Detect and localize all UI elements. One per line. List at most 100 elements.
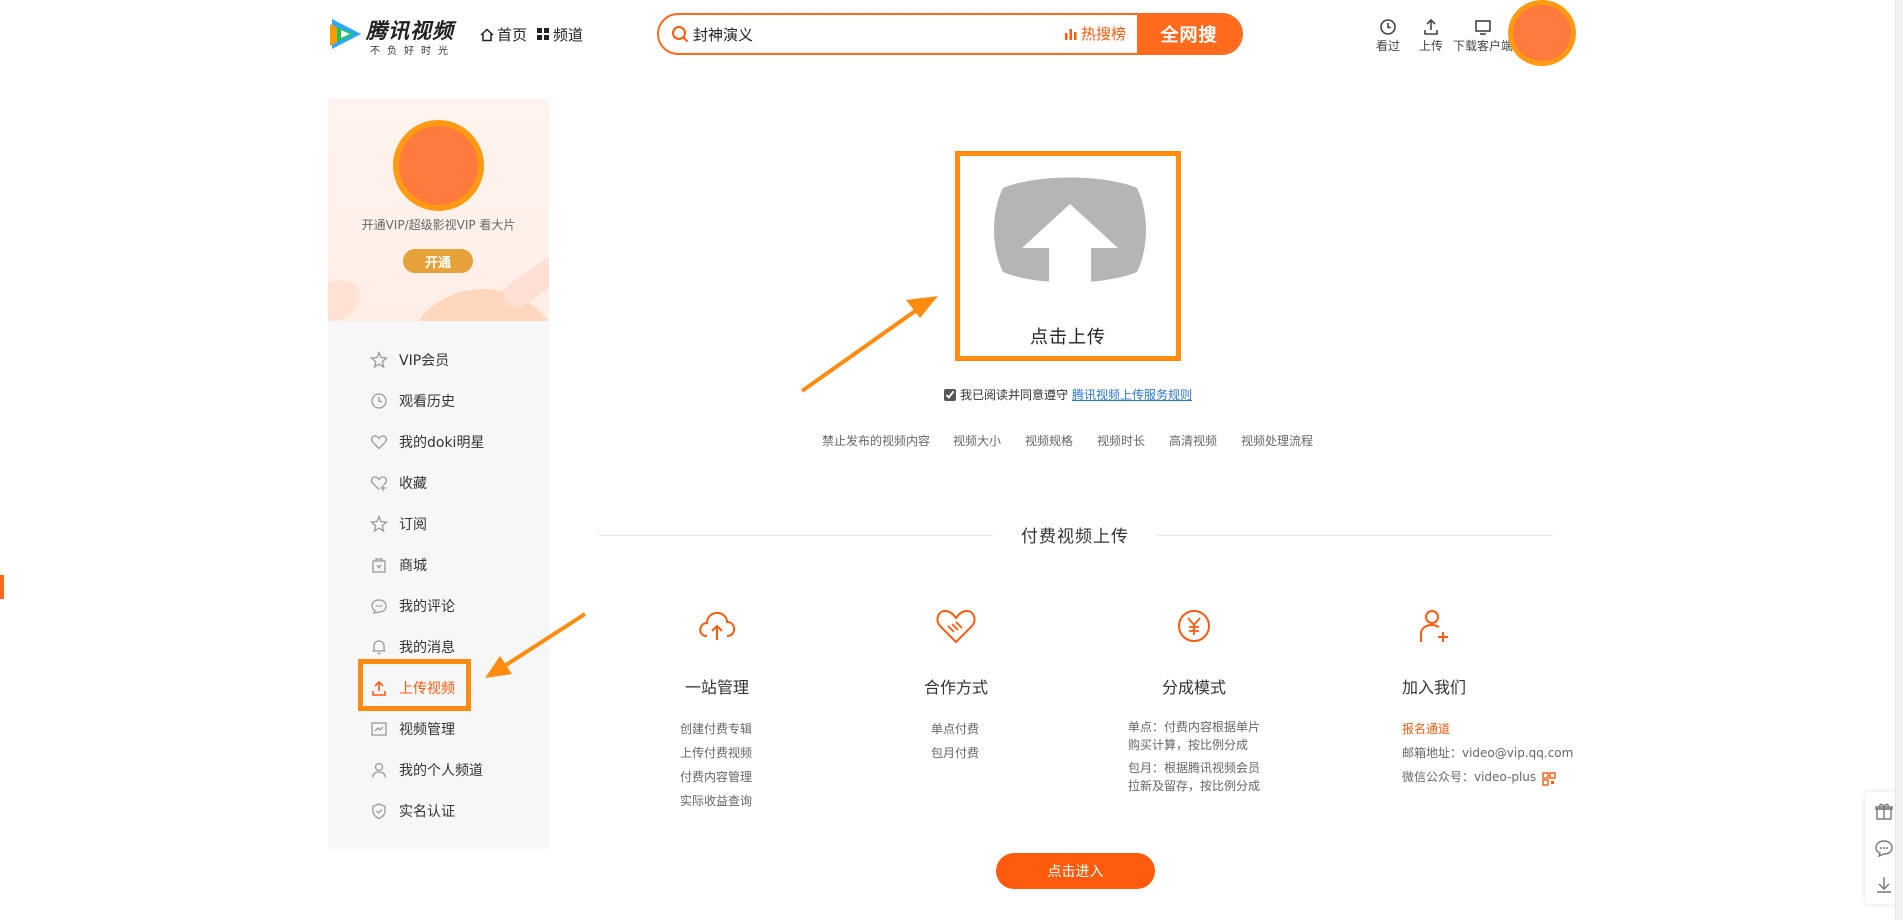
feature-line: 包月：根据腾讯视频会员 xyxy=(1128,761,1261,775)
sidebar-item-verification[interactable]: 实名认证 xyxy=(369,791,455,831)
user-icon xyxy=(369,760,389,780)
clock-icon xyxy=(1380,19,1396,35)
user-add-icon xyxy=(1420,610,1448,642)
contact-email: 邮箱地址：video@vip.qq.com xyxy=(1402,746,1574,760)
sidebar-item-label: VIP会员 xyxy=(399,353,450,369)
hot-search-button[interactable]: 热搜榜 xyxy=(1064,23,1126,44)
search-all-button[interactable]: 全网搜 xyxy=(1137,15,1241,53)
download-icon[interactable] xyxy=(1874,875,1894,895)
tencent-video-logo[interactable]: 腾讯视频 不负好时光 xyxy=(328,14,468,58)
download-client-label: 下载客户端 xyxy=(1453,39,1514,53)
nav-channel-label: 频道 xyxy=(553,26,584,44)
gift-icon[interactable] xyxy=(1874,801,1894,821)
sidebar-item-label: 订阅 xyxy=(399,517,427,533)
link-video-spec[interactable]: 视频规格 xyxy=(1025,432,1073,449)
feature-line[interactable]: 付费内容管理 xyxy=(680,768,752,785)
sidebar-item-subscribe[interactable]: 订阅 xyxy=(369,504,427,544)
nav-home-label: 首页 xyxy=(497,26,528,44)
search-input[interactable] xyxy=(693,15,1073,53)
active-indicator xyxy=(0,575,4,599)
enter-button[interactable]: 点击进入 xyxy=(996,853,1155,889)
nav-home[interactable]: 首页 xyxy=(480,24,527,45)
monitor-icon xyxy=(1475,20,1491,35)
divider-left xyxy=(598,535,993,536)
upload-dropzone[interactable]: 点击上传 xyxy=(955,151,1181,361)
feature-line[interactable]: 创建付费专辑 xyxy=(680,720,752,737)
feature-revenue-share: 分成模式 单点：付费内容根据单片 购买计算，按比例分成 包月：根据腾讯视频会员 … xyxy=(1094,604,1294,793)
feedback-icon[interactable] xyxy=(1874,838,1894,858)
qrcode-icon[interactable] xyxy=(1542,772,1556,786)
sidebar: 开通VIP/超级影视VIP 看大片 开通 VIP会员 观看历史 我的doki明星… xyxy=(328,99,549,849)
header-avatar[interactable] xyxy=(1508,0,1576,66)
open-vip-button[interactable]: 开通 xyxy=(403,249,473,273)
history-label: 看过 xyxy=(1376,39,1401,53)
annotation-arrow-upload xyxy=(800,307,920,393)
vip-card: 开通VIP/超级影视VIP 看大片 开通 xyxy=(328,99,549,321)
cloud-upload-icon xyxy=(699,611,736,640)
upload-header-button[interactable]: 上传 xyxy=(1419,18,1443,54)
sidebar-item-label: 实名认证 xyxy=(399,804,455,820)
bar-chart-icon xyxy=(1065,28,1077,40)
feature-title: 一站管理 xyxy=(684,678,749,697)
upload-header-label: 上传 xyxy=(1419,39,1444,53)
shield-icon xyxy=(369,801,389,821)
feature-title: 分成模式 xyxy=(1161,678,1226,697)
history-button[interactable]: 看过 xyxy=(1376,18,1400,54)
agreement-text: 我已阅读并同意遵守 xyxy=(960,388,1069,402)
search-icon[interactable] xyxy=(671,25,689,43)
feature-line: 单点付费 xyxy=(931,722,980,736)
link-hd-video[interactable]: 高清视频 xyxy=(1169,432,1217,449)
arrowhead-icon xyxy=(906,296,938,318)
sidebar-item-favorites[interactable]: 收藏 xyxy=(369,463,427,503)
avatar[interactable] xyxy=(393,120,484,211)
logo-play-icon xyxy=(330,19,361,49)
hot-search-label: 热搜榜 xyxy=(1081,25,1127,43)
feature-line: 包月付费 xyxy=(931,746,980,760)
sidebar-item-label: 我的评论 xyxy=(399,599,455,615)
star-icon xyxy=(369,514,389,534)
sidebar-item-doki[interactable]: 我的doki明星 xyxy=(369,422,484,462)
link-video-duration[interactable]: 视频时长 xyxy=(1097,432,1145,449)
scrollbar[interactable] xyxy=(1895,0,1903,920)
feature-line: 拉新及留存，按比例分成 xyxy=(1128,779,1261,793)
upload-cloud-icon xyxy=(994,177,1146,286)
heart-icon xyxy=(369,432,389,452)
nav-channel[interactable]: 频道 xyxy=(537,24,583,45)
upload-rules-link[interactable]: 腾讯视频上传服务规则 xyxy=(1072,386,1192,403)
feature-line[interactable]: 实际收益查询 xyxy=(680,792,752,809)
contact-wechat: 微信公众号：video-plus xyxy=(1402,770,1537,784)
decorative-shape xyxy=(498,251,549,313)
agreement-row: 我已阅读并同意遵守 腾讯视频上传服务规则 xyxy=(944,386,1192,403)
sidebar-item-channel[interactable]: 我的个人频道 xyxy=(369,750,483,790)
link-processing-flow[interactable]: 视频处理流程 xyxy=(1241,432,1313,449)
signup-link[interactable]: 报名通道 xyxy=(1402,720,1450,737)
sidebar-item-mall[interactable]: 商城 xyxy=(369,545,427,585)
feature-title: 加入我们 xyxy=(1401,678,1466,697)
vip-star-icon xyxy=(369,350,389,370)
feature-management: 一站管理 创建付费专辑 上传付费视频 付费内容管理 实际收益查询 xyxy=(617,604,817,808)
link-video-size[interactable]: 视频大小 xyxy=(953,432,1001,449)
sidebar-item-video-manage[interactable]: 视频管理 xyxy=(369,709,455,749)
link-prohibited-content[interactable]: 禁止发布的视频内容 xyxy=(822,432,930,449)
feature-line: 单点：付费内容根据单片 xyxy=(1128,720,1261,734)
sidebar-item-history[interactable]: 观看历史 xyxy=(369,381,455,421)
agreement-checkbox[interactable] xyxy=(944,388,956,401)
sidebar-item-comments[interactable]: 我的评论 xyxy=(369,586,455,626)
annotation-arrows xyxy=(485,296,938,678)
feature-cooperation: 合作方式 单点付费 包月付费 xyxy=(856,604,1056,760)
vip-promo-text: 开通VIP/超级影视VIP 看大片 xyxy=(361,218,516,232)
feature-title: 合作方式 xyxy=(923,678,988,697)
sidebar-item-label: 我的个人频道 xyxy=(399,763,483,779)
divider-right xyxy=(1157,535,1553,536)
paid-upload-title: 付费视频上传 xyxy=(1021,527,1129,547)
sidebar-item-label: 商城 xyxy=(399,558,427,574)
feature-line[interactable]: 上传付费视频 xyxy=(680,744,752,761)
annotation-highlight-box xyxy=(358,659,471,711)
sidebar-item-label: 观看历史 xyxy=(399,394,455,410)
logo-slogan: 不负好时光 xyxy=(370,46,455,57)
sidebar-item-label: 收藏 xyxy=(399,476,427,492)
bag-icon xyxy=(369,555,389,575)
download-client-button[interactable]: 下载客户端 xyxy=(1453,18,1513,54)
home-icon xyxy=(480,27,494,41)
sidebar-item-vip[interactable]: VIP会员 xyxy=(369,340,449,380)
